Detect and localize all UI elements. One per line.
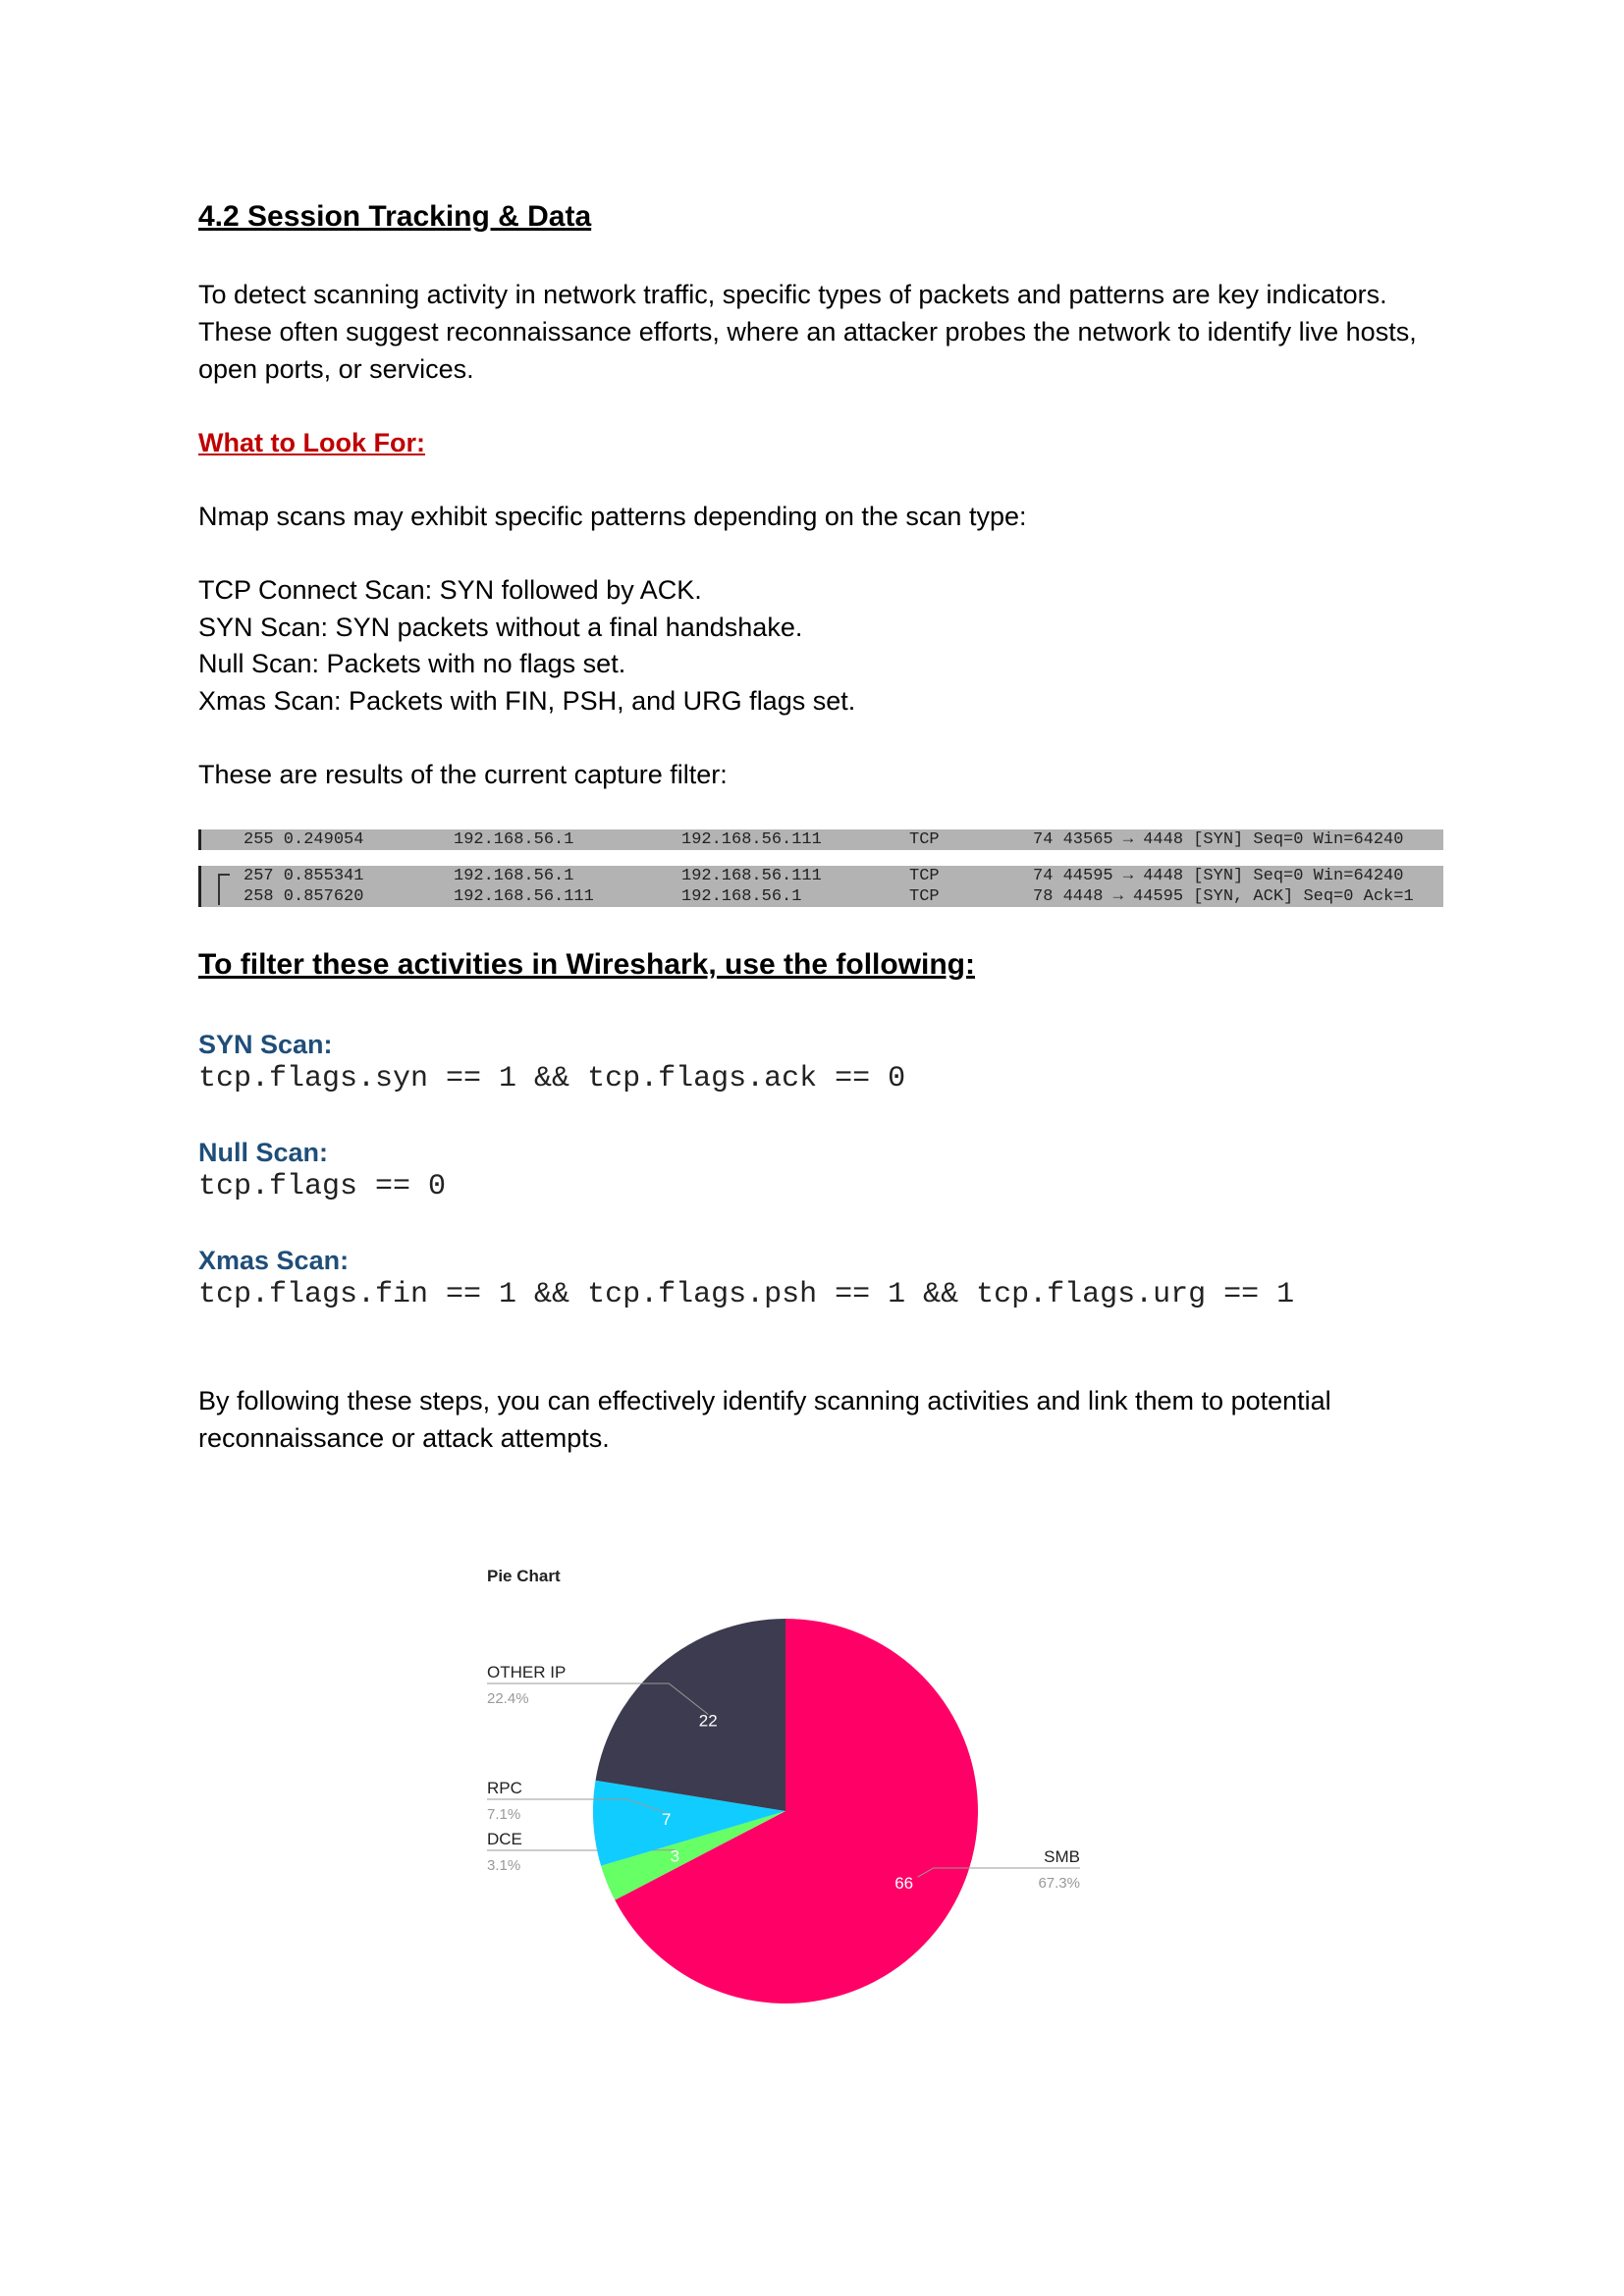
pie-chart: Pie Chart 66 SMB 67.3% 3 DCE 3.1% 7 RPC 7.1% 22 OT…: [471, 1556, 1139, 2017]
legend-percent: 22.4%: [487, 1690, 529, 1707]
filter-expression: tcp.flags.syn == 1 && tcp.flags.ack == 0: [198, 1062, 906, 1095]
packet-protocol: TCP: [909, 830, 940, 849]
legend-label: RPC: [487, 1779, 522, 1797]
slice-value-label: 66: [894, 1874, 913, 1893]
packet-number-time: 258 0.857620: [244, 887, 364, 906]
capture-table-group: 257 0.855341 192.168.56.1 192.168.56.111…: [198, 866, 1443, 907]
scan-type-item: TCP Connect Scan: SYN followed by ACK.: [198, 575, 702, 605]
filter-name: SYN Scan:: [198, 1030, 333, 1059]
packet-destination: 192.168.56.1: [681, 887, 802, 906]
conclusion-paragraph: By following these steps, you can effect…: [198, 1386, 1331, 1453]
packet-source: 192.168.56.1: [454, 867, 574, 885]
pie-slice-other-ip: [595, 1619, 785, 1811]
packet-protocol: TCP: [909, 867, 940, 885]
packet-protocol: TCP: [909, 887, 940, 906]
packet-info: 74 43565 → 4448 [SYN] Seq=0 Win=64240: [1033, 830, 1404, 849]
filter-expression: tcp.flags.fin == 1 && tcp.flags.psh == 1…: [198, 1278, 1295, 1311]
what-to-look-for-heading: What to Look For:: [198, 428, 425, 457]
pie-chart-svg: Pie Chart 66SMB67.3%3DCE3.1%7RPC7.1%22OT…: [487, 1567, 1080, 2003]
legend-percent: 67.3%: [1038, 1875, 1080, 1892]
filter-expression: tcp.flags == 0: [198, 1170, 447, 1203]
filter-name: Xmas Scan:: [198, 1246, 350, 1275]
scan-type-item: Xmas Scan: Packets with FIN, PSH, and UR…: [198, 686, 856, 716]
scan-type-item: SYN Scan: SYN packets without a final ha…: [198, 613, 803, 642]
filter-heading: To filter these activities in Wireshark,…: [198, 948, 976, 981]
capture-intro: These are results of the current capture…: [198, 760, 728, 789]
packet-source: 192.168.56.111: [454, 887, 594, 906]
packet-destination: 192.168.56.111: [681, 830, 822, 849]
capture-table-row: 257 0.855341 192.168.56.1 192.168.56.111…: [198, 866, 1443, 886]
packet-info: 74 44595 → 4448 [SYN] Seq=0 Win=64240: [1033, 867, 1404, 885]
document-page: 4.2 Session Tracking & Data To detect sc…: [0, 0, 1624, 2296]
intro-paragraph: To detect scanning activity in network t…: [198, 280, 1417, 384]
packet-info: 78 4448 → 44595 [SYN, ACK] Seq=0 Ack=1: [1033, 887, 1414, 906]
legend-label: DCE: [487, 1830, 522, 1848]
capture-table-row: 255 0.249054 192.168.56.1 192.168.56.111…: [198, 829, 1443, 850]
chart-title: Pie Chart: [487, 1567, 561, 1585]
legend-label: OTHER IP: [487, 1663, 566, 1682]
packet-number-time: 255 0.249054: [244, 830, 364, 849]
section-title: 4.2 Session Tracking & Data: [198, 200, 592, 233]
legend-label: SMB: [1044, 1847, 1080, 1866]
legend-percent: 3.1%: [487, 1857, 520, 1874]
packet-destination: 192.168.56.111: [681, 867, 822, 885]
nmap-intro: Nmap scans may exhibit specific patterns…: [198, 502, 1027, 531]
filter-name: Null Scan:: [198, 1138, 329, 1167]
capture-table-row: 258 0.857620 192.168.56.111 192.168.56.1…: [198, 886, 1443, 907]
packet-source: 192.168.56.1: [454, 830, 574, 849]
packet-number-time: 257 0.855341: [244, 867, 364, 885]
legend-percent: 7.1%: [487, 1806, 520, 1823]
scan-type-item: Null Scan: Packets with no flags set.: [198, 649, 626, 678]
